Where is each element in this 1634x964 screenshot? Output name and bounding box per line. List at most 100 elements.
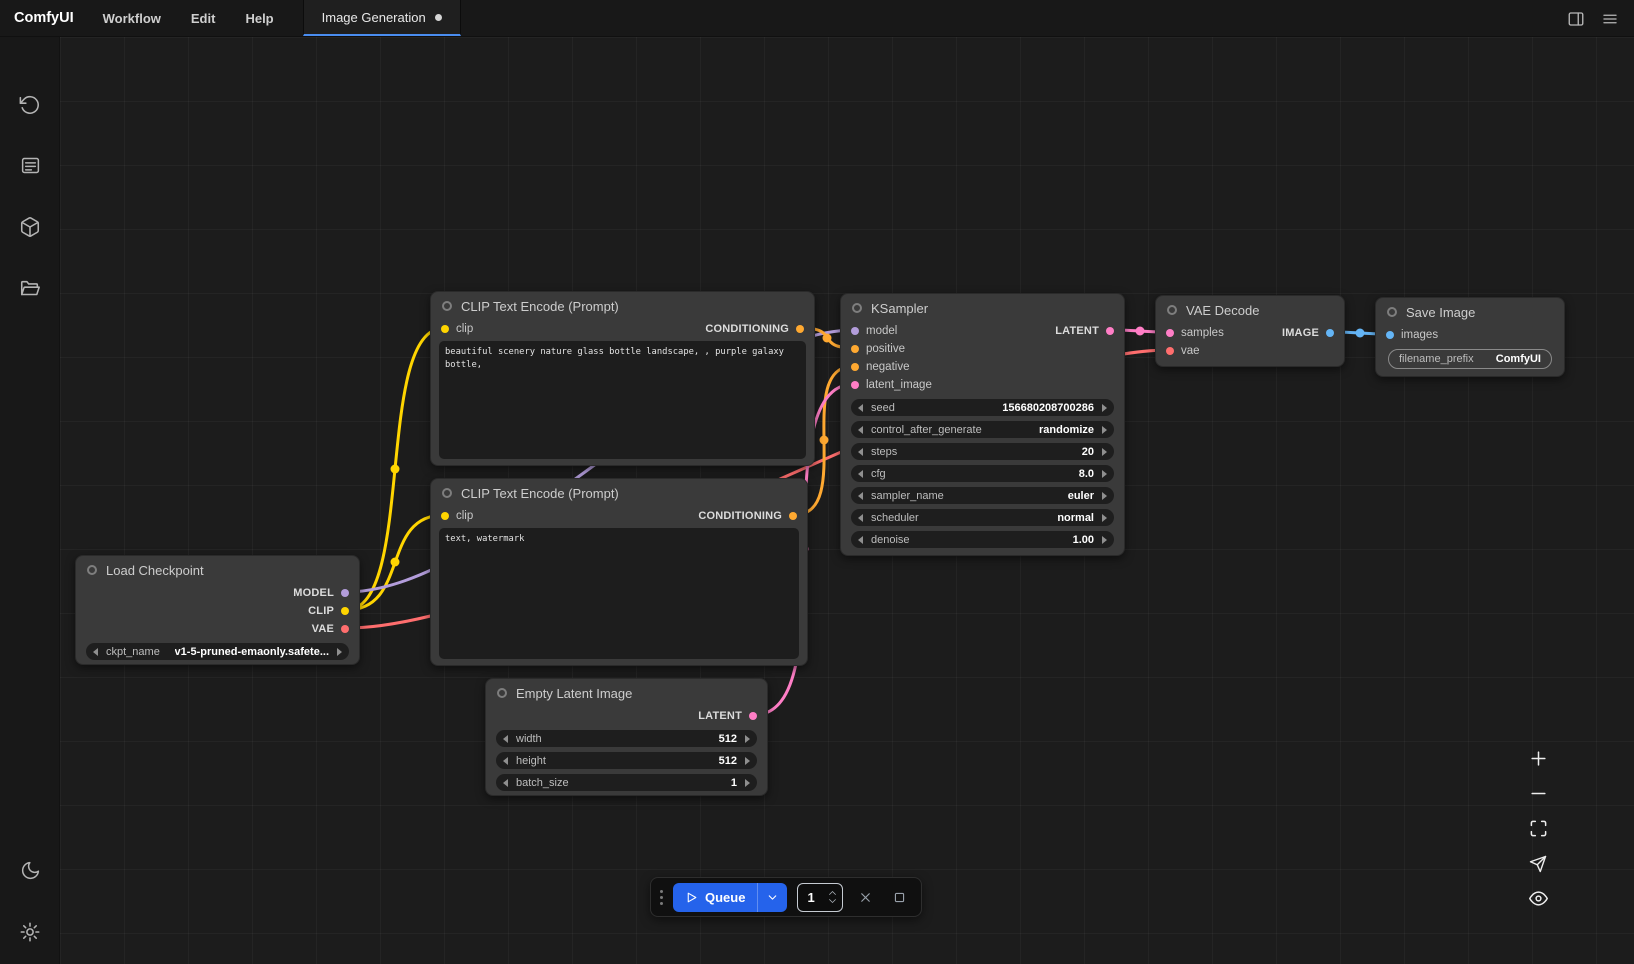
node-title-bar[interactable]: CLIP Text Encode (Prompt) — [431, 292, 814, 320]
increment-arrow-icon[interactable] — [337, 648, 342, 656]
zoom-in-button[interactable] — [1521, 741, 1555, 776]
decrement-arrow-icon[interactable] — [858, 404, 863, 412]
increment-arrow-icon[interactable] — [1102, 536, 1107, 544]
collapse-dot[interactable] — [87, 565, 97, 575]
node-ksampler[interactable]: KSampler model LATENT positive negative … — [840, 293, 1125, 556]
toggle-visibility-button[interactable] — [1521, 881, 1555, 916]
collapse-dot[interactable] — [497, 688, 507, 698]
increment-arrow-icon[interactable] — [1102, 426, 1107, 434]
widget-denoise[interactable]: denoise 1.00 — [851, 531, 1114, 548]
decrement-arrow-icon[interactable] — [858, 470, 863, 478]
decrement-arrow-icon[interactable] — [858, 514, 863, 522]
node-title-bar[interactable]: VAE Decode — [1156, 296, 1344, 324]
select-mode-button[interactable] — [1521, 846, 1555, 881]
port-latent-output[interactable] — [749, 712, 757, 720]
port-label: CONDITIONING — [705, 323, 789, 335]
node-save-image[interactable]: Save Image images filename_prefix ComfyU… — [1375, 297, 1565, 377]
node-clip-text-encode-negative[interactable]: CLIP Text Encode (Prompt) clip CONDITION… — [430, 478, 808, 666]
sidebar-item-workflows[interactable] — [13, 272, 47, 306]
widget-control-after-generate[interactable]: control_after_generate randomize — [851, 421, 1114, 438]
port-vae-input[interactable] — [1166, 347, 1174, 355]
widget-batch-size[interactable]: batch_size 1 — [496, 774, 757, 791]
menu-workflow[interactable]: Workflow — [88, 0, 176, 36]
node-load-checkpoint[interactable]: Load Checkpoint MODEL CLIP VAE ckpt_name… — [75, 555, 360, 665]
port-image-output[interactable] — [1326, 329, 1334, 337]
port-images-input[interactable] — [1386, 331, 1394, 339]
decrement-arrow-icon[interactable] — [858, 426, 863, 434]
widget-sampler-name[interactable]: sampler_name euler — [851, 487, 1114, 504]
widget-steps[interactable]: steps 20 — [851, 443, 1114, 460]
collapse-dot[interactable] — [1387, 307, 1397, 317]
main-menu-button[interactable] — [1596, 5, 1624, 33]
port-clip-input[interactable] — [441, 325, 449, 333]
widget-cfg[interactable]: cfg 8.0 — [851, 465, 1114, 482]
zoom-out-button[interactable] — [1521, 776, 1555, 811]
port-samples-input[interactable] — [1166, 329, 1174, 337]
decrement-arrow-icon[interactable] — [858, 448, 863, 456]
decrement-arrow-icon[interactable] — [858, 492, 863, 500]
increment-arrow-icon[interactable] — [1102, 404, 1107, 412]
sidebar-item-queue[interactable] — [13, 148, 47, 182]
node-title-bar[interactable]: Load Checkpoint — [76, 556, 359, 584]
sidebar-item-workflow-history[interactable] — [13, 88, 47, 122]
increment-arrow-icon[interactable] — [1102, 492, 1107, 500]
port-latent-output[interactable] — [1106, 327, 1114, 335]
node-title-bar[interactable]: Empty Latent Image — [486, 679, 767, 707]
widget-filename-prefix[interactable]: filename_prefix ComfyUI — [1388, 349, 1552, 369]
node-vae-decode[interactable]: VAE Decode samples IMAGE vae — [1155, 295, 1345, 367]
sidebar-item-model-library[interactable] — [13, 210, 47, 244]
port-vae-output[interactable] — [341, 625, 349, 633]
increment-arrow-icon[interactable] — [1102, 514, 1107, 522]
port-conditioning-output[interactable] — [789, 512, 797, 520]
decrement-arrow-icon[interactable] — [503, 735, 508, 743]
queue-options-button[interactable] — [757, 883, 787, 912]
stop-button[interactable] — [887, 885, 911, 909]
step-up-icon[interactable] — [828, 890, 837, 896]
tab-image-generation[interactable]: Image Generation — [303, 0, 461, 36]
clear-queue-button[interactable] — [853, 885, 877, 909]
port-conditioning-output[interactable] — [796, 325, 804, 333]
widget-width[interactable]: width 512 — [496, 730, 757, 747]
decrement-arrow-icon[interactable] — [93, 648, 98, 656]
widget-scheduler[interactable]: scheduler normal — [851, 509, 1114, 526]
panel-toggle-button[interactable] — [1562, 5, 1590, 33]
increment-arrow-icon[interactable] — [745, 735, 750, 743]
increment-arrow-icon[interactable] — [1102, 448, 1107, 456]
node-title-bar[interactable]: Save Image — [1376, 298, 1564, 326]
queue-run-button[interactable]: Queue — [673, 883, 757, 912]
collapse-dot[interactable] — [852, 303, 862, 313]
port-clip-input[interactable] — [441, 512, 449, 520]
collapse-dot[interactable] — [1167, 305, 1177, 315]
collapse-dot[interactable] — [442, 301, 452, 311]
decrement-arrow-icon[interactable] — [503, 779, 508, 787]
node-title-bar[interactable]: KSampler — [841, 294, 1124, 322]
port-latent-image-input[interactable] — [851, 381, 859, 389]
batch-count-input[interactable]: 1 — [797, 883, 843, 912]
increment-arrow-icon[interactable] — [745, 779, 750, 787]
collapse-dot[interactable] — [442, 488, 452, 498]
increment-arrow-icon[interactable] — [1102, 470, 1107, 478]
decrement-arrow-icon[interactable] — [503, 757, 508, 765]
prompt-textarea[interactable]: beautiful scenery nature glass bottle la… — [439, 341, 806, 459]
drag-handle-icon[interactable] — [660, 890, 663, 905]
port-model-input[interactable] — [851, 327, 859, 335]
widget-seed[interactable]: seed 156680208700286 — [851, 399, 1114, 416]
menu-edit[interactable]: Edit — [176, 0, 231, 36]
port-positive-input[interactable] — [851, 345, 859, 353]
decrement-arrow-icon[interactable] — [858, 536, 863, 544]
port-negative-input[interactable] — [851, 363, 859, 371]
settings-button[interactable] — [13, 915, 47, 949]
prompt-textarea[interactable]: text, watermark — [439, 528, 799, 659]
step-down-icon[interactable] — [828, 898, 837, 904]
widget-height[interactable]: height 512 — [496, 752, 757, 769]
widget-ckpt-name[interactable]: ckpt_name v1-5-pruned-emaonly.safete... — [86, 643, 349, 660]
fit-view-button[interactable] — [1521, 811, 1555, 846]
increment-arrow-icon[interactable] — [745, 757, 750, 765]
node-empty-latent-image[interactable]: Empty Latent Image LATENT width 512 heig… — [485, 678, 768, 796]
port-model-output[interactable] — [341, 589, 349, 597]
port-clip-output[interactable] — [341, 607, 349, 615]
node-clip-text-encode-positive[interactable]: CLIP Text Encode (Prompt) clip CONDITION… — [430, 291, 815, 466]
theme-toggle-button[interactable] — [13, 853, 47, 887]
node-title-bar[interactable]: CLIP Text Encode (Prompt) — [431, 479, 807, 507]
menu-help[interactable]: Help — [230, 0, 288, 36]
